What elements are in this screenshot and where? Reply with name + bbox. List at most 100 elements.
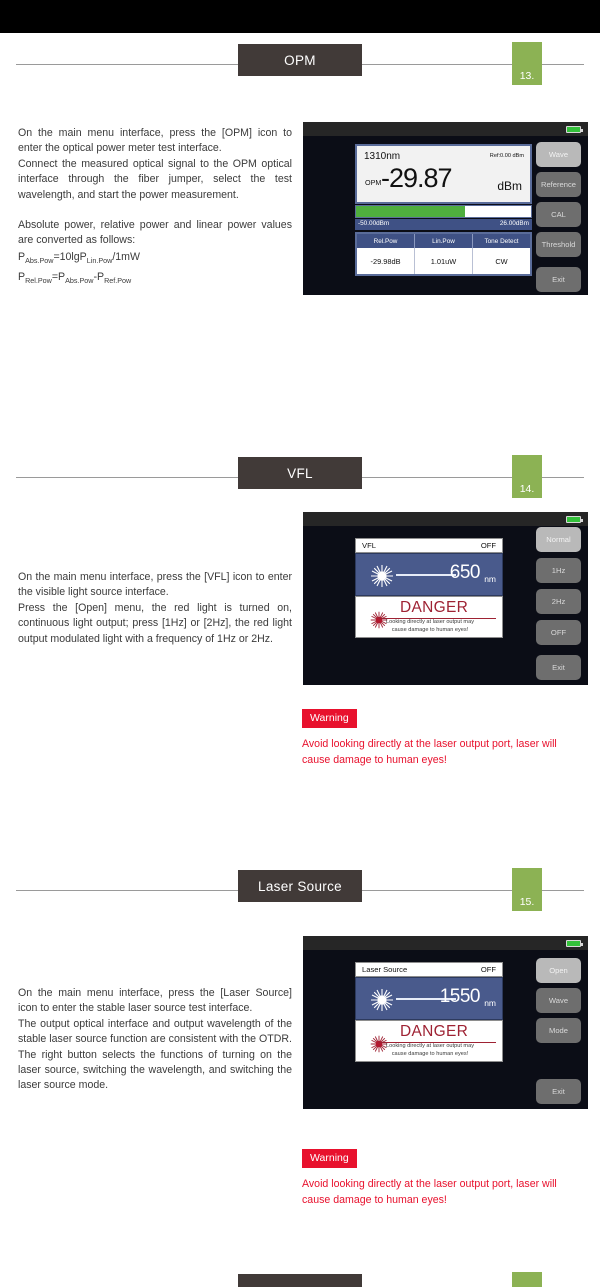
table-row: -29.98dB 1.01uW CW	[357, 248, 530, 274]
table-cell: 1.01uW	[415, 248, 473, 274]
section-header-laser-source: Laser Source 15.	[0, 868, 600, 914]
opm-level-bar	[355, 205, 532, 218]
laser-burst-icon	[371, 989, 393, 1011]
section-number-tab-opm: 13.	[512, 42, 542, 85]
vfl-button-1hz[interactable]: 1Hz	[536, 558, 581, 583]
header-rule-left	[16, 890, 238, 891]
opm-formula-2: PRel.Pow=PAbs.Pow-PRef.Pow	[18, 270, 132, 286]
opm-button-exit[interactable]: Exit	[536, 267, 581, 292]
vfl-header-name: VFL	[362, 541, 376, 550]
vfl-wavelength-panel: 650 nm	[355, 553, 503, 596]
header-rule-right	[362, 64, 584, 65]
laser-source-wavelength-panel: 1550 nm	[355, 977, 503, 1020]
section-number-tab-next-partial: 16.	[512, 1272, 542, 1287]
section-number-tab-vfl: 14.	[512, 455, 542, 498]
laser-source-body-copy: On the main menu interface, press the [L…	[18, 986, 292, 1094]
opm-level-bar-fill	[356, 206, 465, 217]
laser-source-header-name: Laser Source	[362, 965, 408, 974]
laser-source-wavelength-value: 1550	[439, 986, 481, 1007]
vfl-wavelength-value: 650	[449, 562, 481, 583]
section-number-laser-source: 15.	[519, 896, 535, 908]
battery-icon	[566, 940, 583, 947]
laser-source-paragraph-2: The output optical interface and output …	[18, 1017, 292, 1092]
laser-source-danger-line-2: cause damage to human eyes!	[391, 1051, 469, 1057]
laser-burst-icon	[371, 565, 393, 587]
table-cell: -29.98dB	[357, 248, 415, 274]
laser-source-device-screenshot: Laser Source OFF 1550 nm DANGER Looking …	[303, 936, 588, 1109]
opm-wavelength: 1310nm	[364, 151, 401, 162]
laser-source-wavelength-unit: nm	[484, 998, 496, 1008]
opm-scale-high: 26.00dBm	[499, 220, 529, 227]
vfl-button-2hz[interactable]: 2Hz	[536, 589, 581, 614]
vfl-button-off[interactable]: OFF	[536, 620, 581, 645]
laser-source-danger-line-1: Looking directly at laser output may	[386, 1043, 474, 1049]
opm-reading-panel: 1310nm Ref:0.00 dBm OPM -29.87 dBm	[355, 144, 532, 204]
opm-device-screenshot: 1310nm Ref:0.00 dBm OPM -29.87 dBm -50.0…	[303, 122, 588, 295]
vfl-danger-title: DANGER	[400, 599, 469, 616]
laser-source-warning-block: Warning Avoid looking directly at the la…	[302, 1148, 586, 1208]
page-top-black-bar	[0, 0, 600, 33]
vfl-paragraph-1: On the main menu interface, press the [V…	[18, 571, 292, 599]
laser-source-danger-title: DANGER	[400, 1023, 469, 1040]
laser-source-button-wave[interactable]: Wave	[536, 988, 581, 1013]
laser-source-header-strip: Laser Source OFF	[355, 962, 503, 977]
laser-source-button-mode[interactable]: Mode	[536, 1018, 581, 1043]
section-header-opm: OPM 13.	[0, 42, 600, 88]
opm-scale-row: -50.00dBm 26.00dBm	[355, 219, 532, 230]
opm-body-copy: On the main menu interface, press the [O…	[18, 126, 292, 289]
section-header-vfl: VFL 14.	[0, 455, 600, 501]
opm-measurement-table: Rel.Pow Lin.Pow Tone Detect -29.98dB 1.0…	[355, 232, 532, 276]
vfl-device-screenshot: VFL OFF 650 nm DANGER Looking directly a…	[303, 512, 588, 685]
laser-source-paragraph-1: On the main menu interface, press the [L…	[18, 987, 292, 1015]
vfl-danger-panel: DANGER Looking directly at laser output …	[355, 596, 503, 638]
opm-scale-low: -50.00dBm	[358, 220, 390, 227]
opm-mode-label: OPM	[365, 178, 382, 187]
opm-button-cal[interactable]: CAL	[536, 202, 581, 227]
vfl-paragraph-2: Press the [Open] menu, the red light is …	[18, 601, 292, 645]
vfl-body-copy: On the main menu interface, press the [V…	[18, 570, 292, 647]
device-status-bar	[303, 936, 588, 950]
vfl-header-strip: VFL OFF	[355, 538, 503, 553]
opm-button-wave[interactable]: Wave	[536, 142, 581, 167]
table-header-cell: Tone Detect	[484, 237, 519, 245]
table-cell: CW	[495, 256, 508, 266]
opm-button-threshold[interactable]: Threshold	[536, 232, 581, 257]
header-rule-right	[362, 890, 584, 891]
table-header-row: Rel.Pow Lin.Pow Tone Detect	[357, 234, 530, 248]
warning-badge: Warning	[302, 709, 357, 728]
opm-paragraph-2: Connect the measured optical signal to t…	[18, 157, 292, 201]
opm-formula-1: PAbs.Pow=10lgPLin.Pow/1mW	[18, 250, 140, 265]
opm-paragraph-3: Absolute power, relative power and linea…	[18, 219, 292, 247]
section-title-laser-source: Laser Source	[238, 870, 362, 902]
vfl-warning-block: Warning Avoid looking directly at the la…	[302, 708, 586, 768]
vfl-wavelength-unit: nm	[484, 574, 496, 584]
laser-source-header-state: OFF	[480, 965, 496, 974]
section-title-opm: OPM	[238, 44, 362, 76]
section-number-opm: 13.	[519, 70, 535, 82]
table-header-cell: Lin.Pow	[415, 234, 473, 248]
warning-text: Avoid looking directly at the laser outp…	[302, 1178, 557, 1206]
device-status-bar	[303, 122, 588, 136]
battery-icon	[566, 126, 583, 133]
opm-button-reference[interactable]: Reference	[536, 172, 581, 197]
section-header-next-partial: 16.	[0, 1272, 600, 1287]
header-rule-left	[16, 477, 238, 478]
device-status-bar	[303, 512, 588, 526]
vfl-button-normal[interactable]: Normal	[536, 527, 581, 552]
laser-source-button-exit[interactable]: Exit	[536, 1079, 581, 1104]
laser-source-button-open[interactable]: Open	[536, 958, 581, 983]
vfl-button-exit[interactable]: Exit	[536, 655, 581, 680]
laser-source-danger-panel: DANGER Looking directly at laser output …	[355, 1020, 503, 1062]
laser-beam-line	[396, 574, 456, 576]
warning-text: Avoid looking directly at the laser outp…	[302, 738, 557, 766]
header-rule-left	[16, 64, 238, 65]
section-number-tab-laser-source: 15.	[512, 868, 542, 911]
section-number-vfl: 14.	[519, 483, 535, 495]
vfl-header-state: OFF	[480, 541, 496, 550]
battery-icon	[566, 516, 583, 523]
opm-paragraph-1: On the main menu interface, press the [O…	[18, 127, 292, 155]
warning-badge: Warning	[302, 1149, 357, 1168]
vfl-danger-line-1: Looking directly at laser output may	[386, 619, 474, 625]
opm-power-unit: dBm	[497, 179, 522, 193]
vfl-danger-line-2: cause damage to human eyes!	[391, 627, 469, 633]
